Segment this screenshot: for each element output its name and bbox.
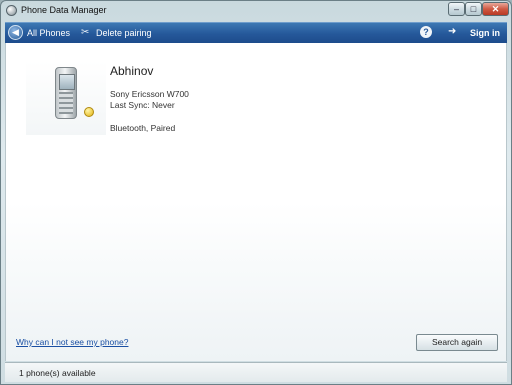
search-again-button[interactable]: Search again — [416, 334, 498, 351]
back-arrow-icon[interactable]: ◀ — [8, 25, 23, 40]
toolbar: ◀ All Phones ✂ Delete pairing ? ➜ Sign i… — [5, 22, 507, 43]
window-title: Phone Data Manager — [21, 5, 107, 15]
status-badge-icon — [84, 107, 94, 117]
phone-keypad — [59, 92, 73, 114]
close-button[interactable]: ✕ — [482, 2, 509, 16]
last-sync: Last Sync: Never — [110, 100, 175, 110]
app-window: Phone Data Manager – □ ✕ ◀ All Phones ✂ … — [0, 0, 512, 385]
phone-icon — [55, 67, 77, 119]
device-name: Abhinov — [110, 64, 154, 78]
app-icon — [6, 5, 17, 16]
help-icon[interactable]: ? — [420, 26, 432, 38]
connection-status: Bluetooth, Paired — [110, 123, 176, 133]
status-bar: 1 phone(s) available — [5, 362, 507, 382]
help-link[interactable]: Why can I not see my phone? — [16, 337, 128, 347]
content-pane: Abhinov Sony Ericsson W700 Last Sync: Ne… — [5, 43, 507, 361]
sign-in-icon[interactable]: ➜ — [448, 26, 460, 38]
title-bar: Phone Data Manager – □ ✕ — [1, 1, 511, 21]
delete-pairing-button[interactable]: Delete pairing — [96, 28, 152, 38]
all-phones-button[interactable]: All Phones — [27, 28, 70, 38]
maximize-button[interactable]: □ — [465, 2, 482, 16]
sign-in-button[interactable]: Sign in — [470, 28, 500, 38]
delete-pairing-icon[interactable]: ✂ — [81, 27, 92, 38]
phone-tile[interactable] — [26, 61, 106, 135]
device-model: Sony Ericsson W700 — [110, 89, 189, 99]
phone-screen — [59, 74, 75, 90]
phone-count: 1 phone(s) available — [19, 368, 96, 378]
minimize-button[interactable]: – — [448, 2, 465, 16]
